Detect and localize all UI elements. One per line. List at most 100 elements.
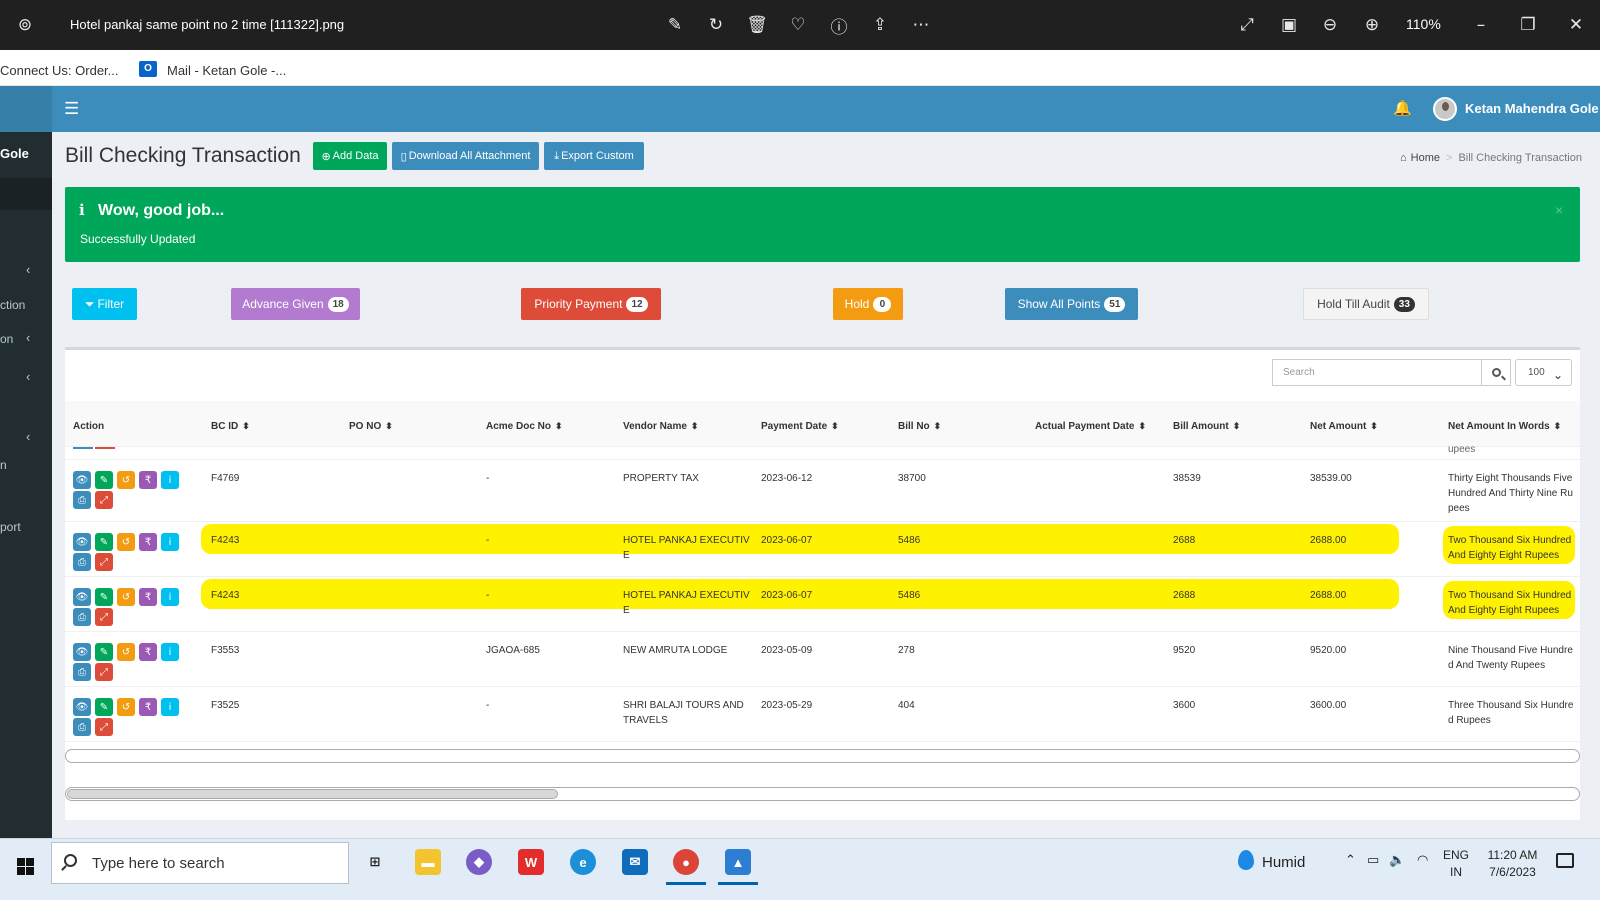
chevron-left-icon[interactable]: ‹ xyxy=(26,330,30,345)
rupee-icon[interactable]: ₹ xyxy=(139,533,157,551)
chrome-icon[interactable]: ● xyxy=(673,849,699,875)
notification-bell-icon[interactable]: 🔔 xyxy=(1393,99,1412,117)
undo-icon[interactable]: ↺ xyxy=(117,588,135,606)
undo-icon[interactable]: ↺ xyxy=(117,698,135,716)
fullscreen-icon[interactable]: ⤢ xyxy=(1235,13,1259,37)
col-vendor-name[interactable]: Vendor Name ⬍ xyxy=(623,421,698,432)
undo-icon[interactable]: ↺ xyxy=(117,643,135,661)
view-icon[interactable]: 👁 xyxy=(73,533,91,551)
download-all-attachment-button[interactable]: ▯ Download All Attachment xyxy=(392,142,539,170)
photos-icon[interactable]: ▲ xyxy=(725,849,751,875)
edit-icon[interactable]: ✎ xyxy=(95,471,113,489)
info-icon[interactable]: i xyxy=(161,533,179,551)
more-options-icon[interactable]: ⋯ xyxy=(909,13,933,37)
priority-payment-button[interactable]: Priority Payment 12 xyxy=(521,288,661,320)
sidebar-item-report[interactable]: port xyxy=(0,520,21,534)
clock[interactable]: 11:20 AM 7/6/2023 xyxy=(1480,847,1545,881)
export-custom-button[interactable]: ⤓ Export Custom xyxy=(544,142,644,170)
wifi-icon[interactable]: ◠ xyxy=(1417,853,1428,868)
weather-text[interactable]: Humid xyxy=(1262,854,1305,871)
chevron-up-icon[interactable]: ⌃ xyxy=(1345,853,1356,868)
user-name[interactable]: Ketan Mahendra Gole xyxy=(1465,101,1599,116)
undo-icon[interactable]: ↺ xyxy=(117,533,135,551)
expand-icon[interactable]: ⤢ xyxy=(95,608,113,626)
chevron-left-icon[interactable]: ‹ xyxy=(26,262,30,277)
col-bc-id[interactable]: BC ID ⬍ xyxy=(211,421,250,432)
search-button[interactable] xyxy=(1481,359,1511,386)
view-icon[interactable]: 👁 xyxy=(73,588,91,606)
sidebar-item-n[interactable]: n xyxy=(0,458,7,472)
undo-icon[interactable]: ↺ xyxy=(117,471,135,489)
col-acme-doc-no[interactable]: Acme Doc No ⬍ xyxy=(486,421,563,432)
edge-icon[interactable]: e xyxy=(570,849,596,875)
info-icon[interactable]: i xyxy=(161,588,179,606)
horizontal-scrollbar[interactable] xyxy=(65,787,1580,801)
print-icon[interactable]: ⎙ xyxy=(73,553,91,571)
col-po-no[interactable]: PO NO ⬍ xyxy=(349,421,393,432)
rupee-icon[interactable]: ₹ xyxy=(139,643,157,661)
col-actual-payment-date[interactable]: Actual Payment Date ⬍ xyxy=(1035,421,1146,432)
chevron-left-icon[interactable]: ‹ xyxy=(26,429,30,444)
search-input[interactable]: Search xyxy=(1272,359,1482,386)
col-payment-date[interactable]: Payment Date ⬍ xyxy=(761,421,839,432)
edit-icon[interactable]: ✎ xyxy=(95,643,113,661)
minimize-icon[interactable]: – xyxy=(1469,13,1493,37)
print-icon[interactable]: ⎙ xyxy=(73,608,91,626)
language-indicator[interactable]: ENG IN xyxy=(1443,847,1469,881)
expand-icon[interactable]: ⤢ xyxy=(95,491,113,509)
expand-icon[interactable]: ⤢ xyxy=(95,553,113,571)
sidebar-item-section[interactable]: on xyxy=(0,332,13,346)
task-view-icon[interactable]: ⊞ xyxy=(362,849,388,875)
print-icon[interactable]: ⎙ xyxy=(73,491,91,509)
expand-icon[interactable]: ⤢ xyxy=(95,718,113,736)
page-length-select[interactable]: 100 ⌄ xyxy=(1515,359,1572,386)
close-icon[interactable]: ✕ xyxy=(1564,13,1588,37)
breadcrumb-home[interactable]: Home xyxy=(1411,152,1440,164)
rupee-icon[interactable]: ₹ xyxy=(139,698,157,716)
alert-close-button[interactable]: × xyxy=(1555,202,1563,218)
print-icon[interactable]: ⎙ xyxy=(73,718,91,736)
fit-window-icon[interactable]: ▣ xyxy=(1277,13,1301,37)
info-icon[interactable]: i xyxy=(161,698,179,716)
restore-icon[interactable]: ❐ xyxy=(1516,13,1540,37)
sidebar-active-item[interactable] xyxy=(0,178,52,210)
wps-office-icon[interactable]: W xyxy=(518,849,544,875)
chevron-left-icon[interactable]: ‹ xyxy=(26,369,30,384)
windows-start-icon[interactable] xyxy=(17,858,34,875)
volume-icon[interactable]: 🔈 xyxy=(1389,853,1405,868)
expand-icon[interactable]: ⤢ xyxy=(95,663,113,681)
zoom-out-icon[interactable]: ⊖ xyxy=(1318,13,1342,37)
zoom-in-icon[interactable]: ⊕ xyxy=(1360,13,1384,37)
rupee-icon[interactable]: ₹ xyxy=(139,588,157,606)
add-data-button[interactable]: ⊕ Add Data xyxy=(313,142,387,170)
edit-icon[interactable]: ✎ xyxy=(95,533,113,551)
col-bill-amount[interactable]: Bill Amount ⬍ xyxy=(1173,421,1240,432)
hold-till-audit-button[interactable]: Hold Till Audit 33 xyxy=(1303,288,1429,320)
scrollbar-thumb[interactable] xyxy=(67,789,558,799)
notification-icon[interactable] xyxy=(1556,853,1574,868)
share-icon[interactable]: ⇪ xyxy=(868,13,892,37)
hold-button[interactable]: Hold 0 xyxy=(833,288,903,320)
view-icon[interactable]: 👁 xyxy=(73,698,91,716)
info-icon[interactable]: i xyxy=(161,471,179,489)
hamburger-menu-icon[interactable]: ☰ xyxy=(64,99,79,119)
edit-icon[interactable]: ✎ xyxy=(95,698,113,716)
filter-button[interactable]: ⏷ Filter xyxy=(72,288,137,320)
bookmark-mail[interactable]: Mail - Ketan Gole -... xyxy=(167,63,286,78)
col-net-amount[interactable]: Net Amount ⬍ xyxy=(1310,421,1378,432)
rotate-icon[interactable]: ↻ xyxy=(704,13,728,37)
app-icon[interactable]: ◆ xyxy=(466,849,492,875)
battery-icon[interactable]: ▭ xyxy=(1367,853,1379,868)
col-bill-no[interactable]: Bill No ⬍ xyxy=(898,421,941,432)
col-net-amount-words[interactable]: Net Amount In Words ⬍ xyxy=(1448,421,1561,432)
advance-given-button[interactable]: Advance Given 18 xyxy=(231,288,360,320)
rupee-icon[interactable]: ₹ xyxy=(139,471,157,489)
delete-icon[interactable]: 🗑 xyxy=(745,13,769,37)
avatar[interactable] xyxy=(1433,97,1457,121)
mail-icon[interactable]: ✉ xyxy=(622,849,648,875)
edit-icon[interactable]: ✎ xyxy=(95,588,113,606)
print-icon[interactable]: ⎙ xyxy=(73,663,91,681)
view-icon[interactable]: 👁 xyxy=(73,471,91,489)
view-icon[interactable]: 👁 xyxy=(73,643,91,661)
table-scrollbar[interactable] xyxy=(65,749,1580,763)
